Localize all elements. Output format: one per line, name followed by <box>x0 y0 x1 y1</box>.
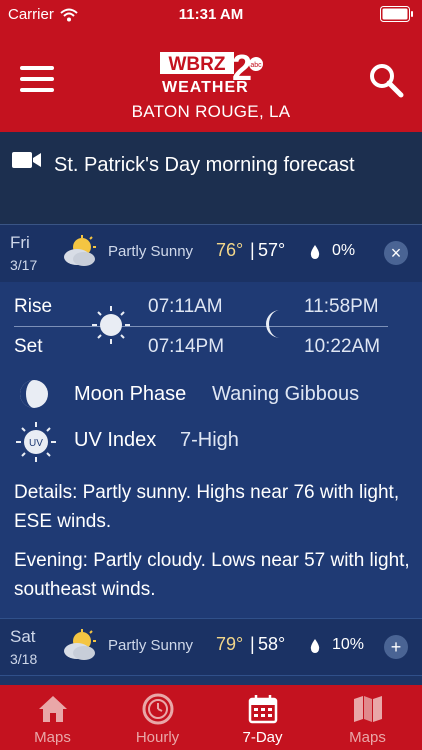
menu-button[interactable] <box>20 66 54 94</box>
home-icon <box>39 696 67 722</box>
evening-text: Evening: Partly cloudy. Lows near 57 wit… <box>14 550 410 600</box>
moon-phase-label: Moon Phase <box>74 383 187 405</box>
tab-label: Maps <box>34 729 71 746</box>
sunset-time: 07:14PM <box>148 336 225 357</box>
hamburger-line <box>20 88 54 92</box>
collapse-button[interactable]: × <box>384 241 408 265</box>
video-camera-icon <box>12 152 41 168</box>
low-temp: 58° <box>258 634 286 654</box>
sun-icon <box>92 306 130 344</box>
temp-separator: | <box>250 634 255 654</box>
tab-bar: Maps Hourly 7-Day Maps <box>0 685 422 750</box>
status-time: 11:31 AM <box>178 6 244 23</box>
forecast-day-row[interactable]: Sat 3/18 Partly Sunny 79° | 58° 10% + <box>0 618 422 676</box>
tab-label: 7-Day <box>242 729 283 746</box>
tab-7-day[interactable]: 7-Day <box>210 685 315 750</box>
raindrop-icon <box>310 639 320 653</box>
rise-label: Rise <box>14 296 53 317</box>
uv-index-label: UV Index <box>74 429 157 451</box>
moonrise-time: 11:58PM <box>304 296 379 317</box>
sunrise-time: 07:11AM <box>148 296 223 317</box>
expand-button[interactable]: + <box>384 635 408 659</box>
logo-badge: abc <box>250 62 262 69</box>
precip-chance: 10% <box>332 636 365 653</box>
low-temp: 57° <box>258 240 286 260</box>
moon-phase-value: Waning Gibbous <box>212 383 360 405</box>
high-temp: 76° <box>216 240 244 260</box>
hamburger-line <box>20 66 54 70</box>
map-icon <box>354 696 382 722</box>
battery-icon <box>380 6 413 22</box>
details-text: Details: Partly sunny. Highs near 76 wit… <box>14 482 400 532</box>
tab-label: Hourly <box>135 729 180 746</box>
uv-icon-text: UV <box>29 438 43 449</box>
tab-label: Maps <box>349 729 386 746</box>
moon-phase-icon <box>20 380 48 408</box>
forecast-day-row[interactable]: Fri 3/17 Partly Sunny 76° | 57° 0% × <box>0 225 422 283</box>
crescent-moon-icon <box>266 310 280 338</box>
hamburger-line <box>20 77 54 81</box>
day-date: 3/17 <box>10 257 38 273</box>
calendar-icon <box>248 695 278 724</box>
wbrz-weather-logo: WBRZ 2 abc WEATHER <box>160 48 263 96</box>
location-label: BATON ROUGE, LA <box>131 102 291 121</box>
raindrop-icon <box>310 245 320 259</box>
condition-text: Partly Sunny <box>108 637 194 654</box>
app-header: WBRZ 2 abc WEATHER BATON ROUGE, LA <box>0 28 422 132</box>
tab-maps-home[interactable]: Maps <box>0 685 105 750</box>
video-forecast-banner[interactable]: St. Patrick's Day morning forecast <box>0 132 422 225</box>
day-name: Sat <box>10 627 36 646</box>
day-details-panel: Rise Set 07:11AM 07:14PM 11:58PM 10:22AM… <box>0 282 422 618</box>
video-title: St. Patrick's Day morning forecast <box>54 154 355 176</box>
search-button[interactable] <box>368 62 404 98</box>
tab-hourly[interactable]: Hourly <box>105 685 210 750</box>
day-date: 3/18 <box>10 651 38 667</box>
moonset-time: 10:22AM <box>304 336 381 357</box>
uv-index-icon: UV <box>16 422 56 462</box>
clock-icon <box>142 693 174 725</box>
set-label: Set <box>14 336 43 357</box>
high-temp: 79° <box>216 634 244 654</box>
day-name: Fri <box>10 233 30 252</box>
partly-sunny-icon <box>64 235 96 266</box>
temp-separator: | <box>250 240 255 260</box>
condition-text: Partly Sunny <box>108 243 194 260</box>
rise-set-divider <box>14 326 388 327</box>
logo-text-top: WBRZ <box>169 54 226 75</box>
logo-text-bottom: WEATHER <box>162 79 249 96</box>
precip-chance: 0% <box>332 242 356 259</box>
status-bar: Carrier 11:31 AM <box>0 0 422 28</box>
partly-sunny-icon <box>64 629 96 660</box>
tab-maps[interactable]: Maps <box>315 685 420 750</box>
uv-index-value: 7-High <box>180 429 239 451</box>
